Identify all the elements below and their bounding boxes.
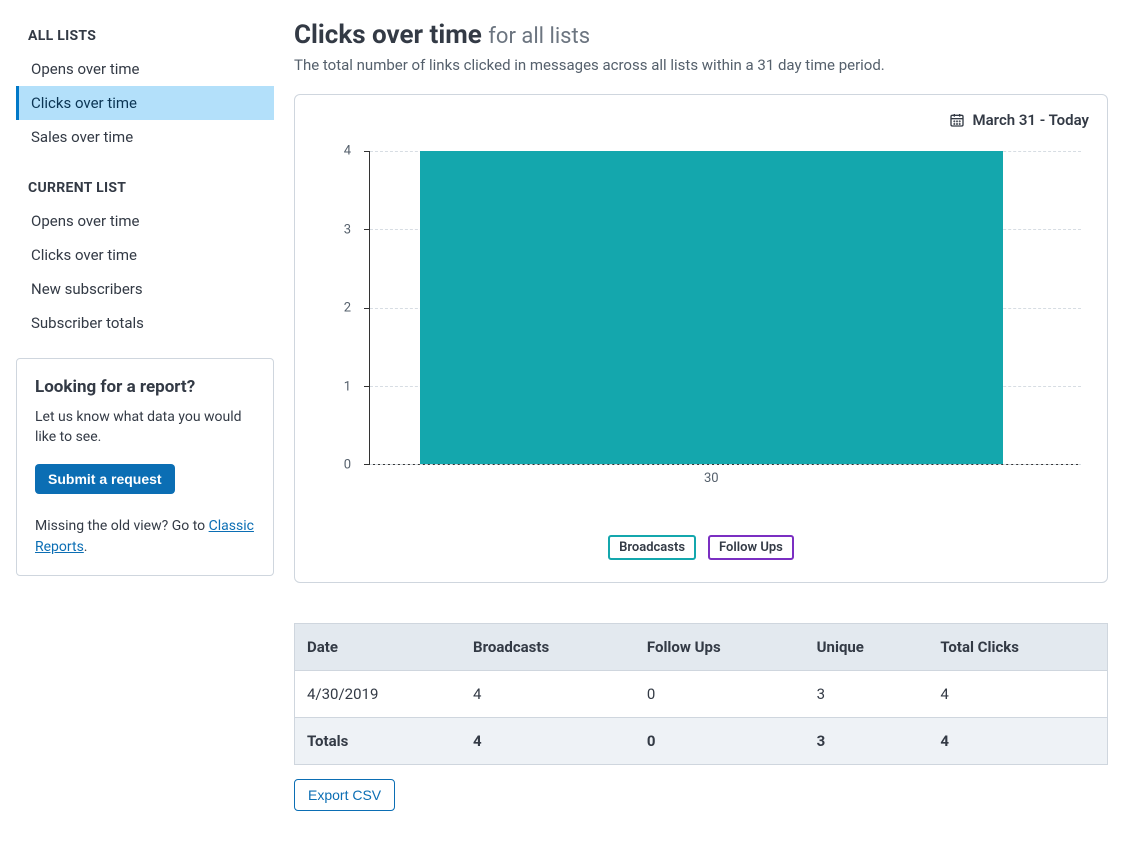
y-tick-label: 4 xyxy=(344,144,351,159)
sidebar-item-all-1[interactable]: Clicks over time xyxy=(16,86,274,120)
sidebar-item-all-0[interactable]: Opens over time xyxy=(16,52,274,86)
sidebar-item-current-0[interactable]: Opens over time xyxy=(16,204,274,238)
export-csv-button[interactable]: Export CSV xyxy=(294,779,395,811)
totals-cell: 4 xyxy=(461,718,635,765)
table-cell: 4/30/2019 xyxy=(295,671,462,718)
sidebar-item-current-1[interactable]: Clicks over time xyxy=(16,238,274,272)
card-title: Looking for a report? xyxy=(35,377,255,397)
table-row: 4/30/20194034 xyxy=(295,671,1108,718)
page-title: Clicks over time for all lists xyxy=(294,20,1108,50)
sidebar-item-all-2[interactable]: Sales over time xyxy=(16,120,274,154)
bar-broadcasts[interactable] xyxy=(420,151,1003,464)
date-range-label: March 31 - Today xyxy=(973,111,1090,129)
x-tick-label: 30 xyxy=(704,471,719,486)
date-range-picker[interactable]: March 31 - Today xyxy=(313,111,1089,129)
chart-legend: Broadcasts Follow Ups xyxy=(313,535,1089,560)
chart-area: 01234 30 xyxy=(313,151,1089,491)
calendar-icon xyxy=(949,112,965,128)
sidebar: ALL LISTS Opens over timeClicks over tim… xyxy=(16,20,274,811)
page-description: The total number of links clicked in mes… xyxy=(294,56,1108,74)
card-text: Let us know what data you would like to … xyxy=(35,407,255,448)
table-cell: 4 xyxy=(928,671,1107,718)
totals-cell: 3 xyxy=(805,718,929,765)
table-header: Total Clicks xyxy=(928,624,1107,671)
table-cell: 0 xyxy=(635,671,805,718)
y-tick-label: 2 xyxy=(344,301,351,316)
submit-request-button[interactable]: Submit a request xyxy=(35,464,175,494)
all-lists-header: ALL LISTS xyxy=(16,20,274,52)
table-cell: 3 xyxy=(805,671,929,718)
totals-cell: 4 xyxy=(928,718,1107,765)
y-tick-label: 3 xyxy=(344,222,351,237)
legend-followups[interactable]: Follow Ups xyxy=(708,535,794,560)
card-foot-pre: Missing the old view? Go to xyxy=(35,518,209,534)
table-header: Follow Ups xyxy=(635,624,805,671)
table-totals-row: Totals4034 xyxy=(295,718,1108,765)
current-list-header: CURRENT LIST xyxy=(16,172,274,204)
totals-label: Totals xyxy=(295,718,462,765)
totals-cell: 0 xyxy=(635,718,805,765)
sidebar-item-current-3[interactable]: Subscriber totals xyxy=(16,306,274,340)
y-tick-label: 1 xyxy=(344,379,351,394)
table-header: Date xyxy=(295,624,462,671)
y-tick-label: 0 xyxy=(344,458,351,473)
card-foot-post: . xyxy=(84,539,88,555)
chart-plot: 30 xyxy=(369,151,1081,465)
main-content: Clicks over time for all lists The total… xyxy=(274,20,1108,811)
chart-card: March 31 - Today 0 1 2 3 4 30 Broadcasts Fol… xyxy=(294,94,1108,583)
page-title-main: Clicks over time xyxy=(294,20,482,50)
current-list-nav: Opens over timeClicks over timeNew subsc… xyxy=(16,204,274,340)
data-table: DateBroadcastsFollow UpsUniqueTotal Clic… xyxy=(294,623,1108,765)
page-title-sub: for all lists xyxy=(488,24,590,49)
sidebar-item-current-2[interactable]: New subscribers xyxy=(16,272,274,306)
report-request-card: Looking for a report? Let us know what d… xyxy=(16,358,274,576)
table-cell: 4 xyxy=(461,671,635,718)
card-footer: Missing the old view? Go to Classic Repo… xyxy=(35,516,255,559)
table-header: Broadcasts xyxy=(461,624,635,671)
table-header: Unique xyxy=(805,624,929,671)
all-lists-nav: Opens over timeClicks over timeSales ove… xyxy=(16,52,274,154)
legend-broadcasts[interactable]: Broadcasts xyxy=(608,535,696,560)
